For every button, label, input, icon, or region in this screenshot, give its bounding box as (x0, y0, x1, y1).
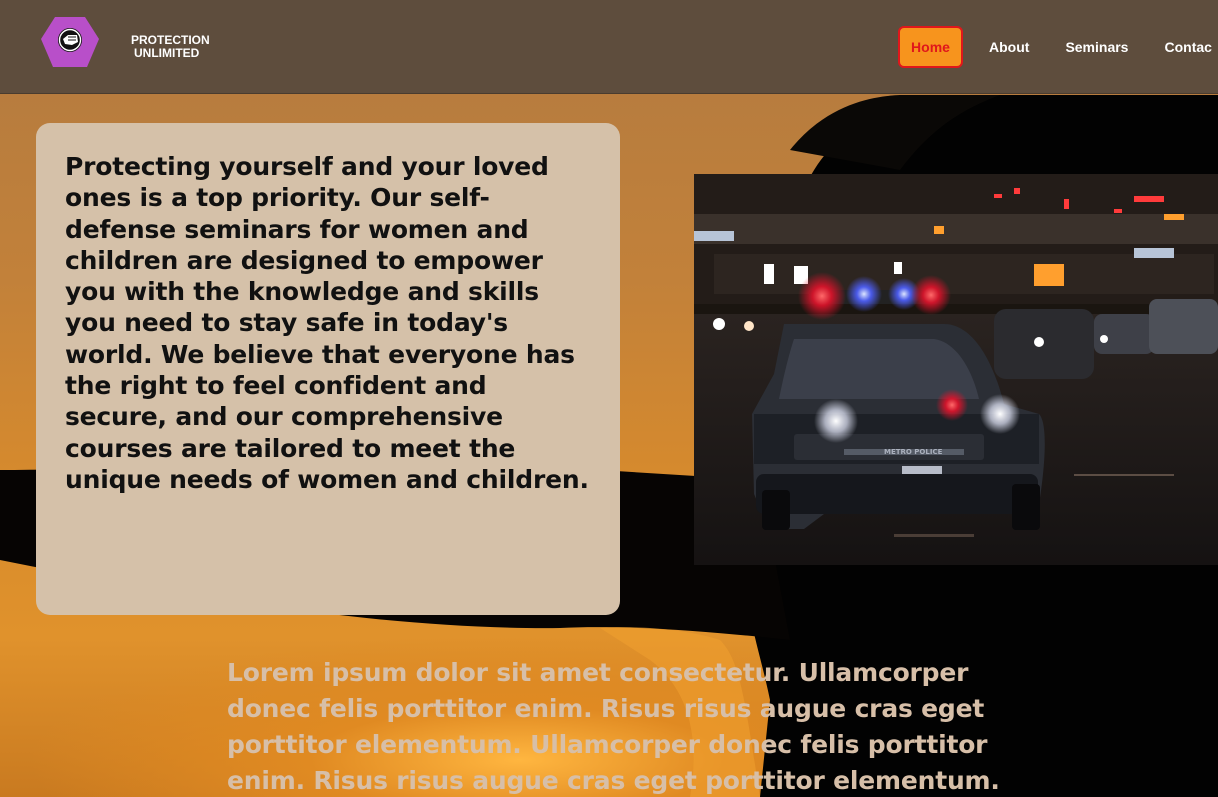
brand-line-2: UNLIMITED (134, 46, 200, 60)
police-car-photo: METRO POLICE (694, 174, 1218, 565)
nav-seminars[interactable]: Seminars (1065, 39, 1128, 55)
nav-about[interactable]: About (989, 39, 1029, 55)
intro-text: Protecting yourself and your loved ones … (65, 152, 589, 494)
police-car-image: METRO POLICE (694, 174, 1218, 565)
intro-card: Protecting yourself and your loved ones … (36, 123, 620, 615)
nav-home[interactable]: Home (898, 26, 963, 68)
main-nav: Home About Seminars Contac (898, 26, 1218, 68)
brand-name: PROTECTION UNLIMITED (131, 34, 210, 60)
shield-fist-icon (41, 17, 99, 67)
nav-contact[interactable]: Contac (1164, 39, 1211, 55)
top-navbar: PROTECTION UNLIMITED Home About Seminars… (0, 0, 1218, 94)
lorem-paragraph: Lorem ipsum dolor sit amet consectetur. … (227, 658, 1000, 795)
logo[interactable] (41, 17, 99, 67)
car-door-label: METRO POLICE (884, 448, 943, 456)
